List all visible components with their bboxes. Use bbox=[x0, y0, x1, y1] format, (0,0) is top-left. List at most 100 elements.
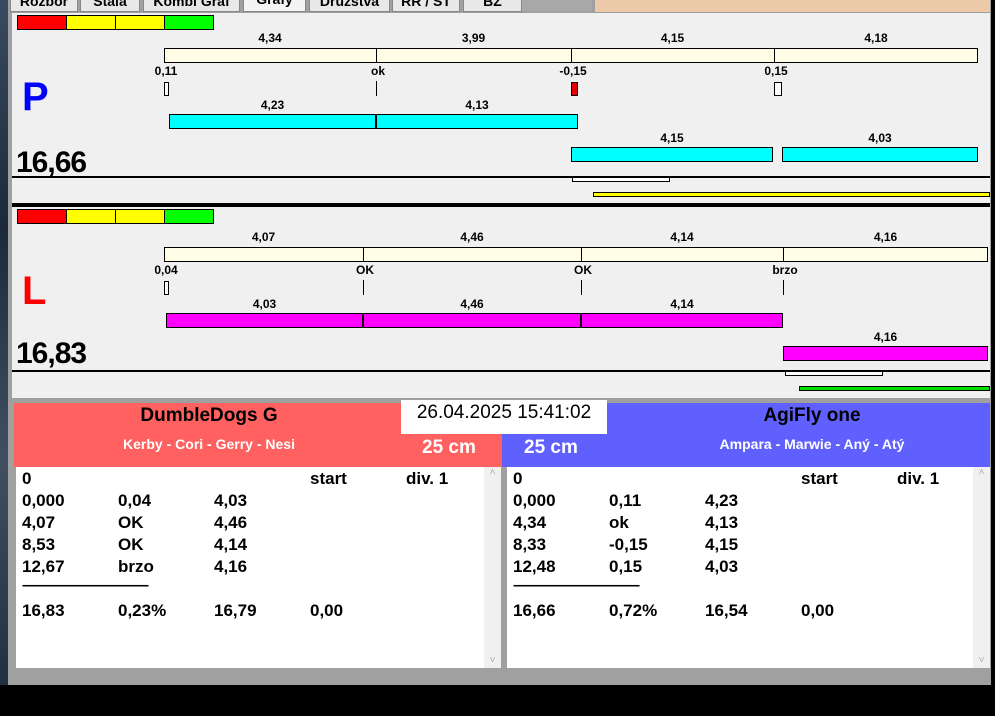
total-time: 16,66 bbox=[16, 146, 87, 179]
list-total-cell: 0,23% bbox=[118, 601, 167, 620]
list-cell: 0,000 bbox=[513, 491, 556, 510]
run-bar-segment bbox=[169, 114, 376, 129]
scrollbar[interactable]: ˄ ˅ bbox=[973, 467, 990, 668]
side-label: L bbox=[22, 269, 47, 313]
list-header-cell: div. 1 bbox=[897, 469, 940, 488]
run-bar-segment bbox=[166, 313, 363, 328]
list-header-cell: start bbox=[310, 469, 347, 488]
run-bar-segment bbox=[782, 147, 978, 162]
legend-swatch bbox=[66, 15, 116, 30]
list-total-cell: 0,72% bbox=[609, 601, 658, 620]
reference-divider bbox=[774, 48, 775, 63]
list-cell: 4,16 bbox=[214, 557, 248, 576]
reference-divider bbox=[581, 247, 582, 262]
tab-5[interactable]: RR / ST bbox=[392, 0, 460, 12]
team-height: 25 cm bbox=[422, 437, 476, 458]
tab-2[interactable]: Kombi Graf bbox=[143, 0, 240, 12]
run-label: 4,03 bbox=[252, 297, 277, 311]
legend-swatch bbox=[17, 15, 67, 30]
run-label: 4,16 bbox=[873, 330, 898, 344]
legend-swatch bbox=[115, 209, 165, 224]
scrollbar[interactable]: ˄ ˅ bbox=[484, 467, 501, 668]
run-label: 4,14 bbox=[670, 297, 694, 311]
results-list-left[interactable]: 0 start div. 1 0,000 0,04 4,03 4,07 OK 4,46 8,53 O… bbox=[16, 467, 501, 668]
marker-tick bbox=[363, 280, 364, 295]
tab-4[interactable]: Družstva bbox=[309, 0, 390, 12]
team-dogs: Kerby - Cori - Gerry - Nesi bbox=[123, 436, 295, 452]
tab-3[interactable]: Grafy bbox=[243, 0, 306, 12]
tab-1[interactable]: Stala bbox=[80, 0, 140, 12]
list-cell: 4,46 bbox=[214, 513, 248, 532]
progress-marker bbox=[785, 371, 883, 376]
split-label: 4,16 bbox=[873, 230, 898, 244]
list-cell: 4,23 bbox=[705, 491, 739, 510]
marker-tick bbox=[581, 280, 582, 295]
split-label: 3,99 bbox=[461, 31, 486, 45]
run-bar-segment bbox=[783, 346, 988, 361]
list-cell: ok bbox=[609, 513, 629, 532]
marker-tick bbox=[376, 81, 377, 96]
reference-divider bbox=[571, 48, 572, 63]
list-cell: brzo bbox=[118, 557, 154, 576]
marker-box bbox=[571, 82, 578, 96]
team-dogs: Ampara - Marwie - Aný - Atý bbox=[719, 436, 905, 452]
reference-divider bbox=[363, 247, 364, 262]
scroll-down-icon[interactable]: ˅ bbox=[484, 655, 501, 666]
list-total-cell: 16,83 bbox=[22, 601, 65, 620]
list-header-cell: start bbox=[801, 469, 838, 488]
legend-swatch bbox=[115, 15, 165, 30]
progress-marker bbox=[572, 177, 670, 182]
run-bar-segment bbox=[376, 114, 578, 129]
total-time: 16,83 bbox=[16, 337, 87, 370]
list-cell: 4,15 bbox=[705, 535, 739, 554]
list-cell: 12,67 bbox=[22, 557, 65, 576]
run-label: 4,23 bbox=[260, 98, 285, 112]
marker-box bbox=[164, 82, 169, 96]
list-cell: -0,15 bbox=[609, 535, 648, 554]
tab-6[interactable]: BZ bbox=[463, 0, 522, 12]
split-label: 4,14 bbox=[670, 230, 694, 244]
timeline-axis bbox=[12, 176, 990, 178]
list-separator: ----------------------------------------… bbox=[513, 577, 640, 592]
list-cell: 0,15 bbox=[609, 557, 643, 576]
tab-bar-filler bbox=[522, 0, 592, 11]
scroll-up-icon[interactable]: ˄ bbox=[973, 467, 990, 478]
marker-label: OK bbox=[574, 263, 592, 277]
marker-label: brzo bbox=[772, 263, 798, 277]
list-cell: 4,13 bbox=[705, 513, 739, 532]
graph-panel-l: L 16,83 4,07 4,46 4,14 4,16 0,04 OK OK brzo 4,03 4,… bbox=[12, 207, 990, 398]
list-total-cell: 16,54 bbox=[705, 601, 748, 620]
list-cell: 4,03 bbox=[705, 557, 739, 576]
list-cell: 8,53 bbox=[22, 535, 56, 554]
run-bar-segment bbox=[363, 313, 581, 328]
list-cell: 0,11 bbox=[609, 491, 642, 510]
reference-divider bbox=[783, 247, 784, 262]
legend-swatch bbox=[66, 209, 116, 224]
progress-bar bbox=[593, 192, 990, 197]
list-cell: 0,04 bbox=[118, 491, 152, 510]
datetime: 26.04.2025 15:41:02 bbox=[401, 400, 607, 434]
list-total-cell: 16,66 bbox=[513, 601, 556, 620]
split-label: 4,46 bbox=[460, 230, 484, 244]
reference-bar bbox=[164, 247, 988, 262]
list-cell: OK bbox=[118, 513, 144, 532]
side-label: P bbox=[22, 75, 49, 119]
list-cell: OK bbox=[118, 535, 144, 554]
list-total-cell: 0,00 bbox=[310, 601, 344, 620]
list-separator: ----------------------------------------… bbox=[22, 577, 149, 592]
legend-swatch bbox=[164, 15, 214, 30]
tab-0[interactable]: Rozbor bbox=[10, 0, 78, 12]
list-cell: 4,14 bbox=[214, 535, 248, 554]
marker-box bbox=[164, 281, 169, 295]
list-cell: 0,000 bbox=[22, 491, 65, 510]
legend-swatch bbox=[17, 209, 67, 224]
results-list-right[interactable]: 0 start div. 1 0,000 0,11 4,23 4,34 ok 4,13 8,33 -… bbox=[507, 467, 990, 668]
graph-panel-p: P 16,66 4,34 3,99 4,15 4,18 0,11 ok -0,15 0,15 4,2… bbox=[12, 13, 990, 203]
list-header-cell: 0 bbox=[22, 469, 32, 488]
scroll-down-icon[interactable]: ˅ bbox=[973, 655, 990, 666]
scroll-up-icon[interactable]: ˄ bbox=[484, 467, 501, 478]
list-cell: 4,34 bbox=[513, 513, 547, 532]
split-label: 4,15 bbox=[660, 31, 685, 45]
run-label: 4,46 bbox=[460, 297, 484, 311]
run-label: 4,15 bbox=[660, 131, 684, 145]
